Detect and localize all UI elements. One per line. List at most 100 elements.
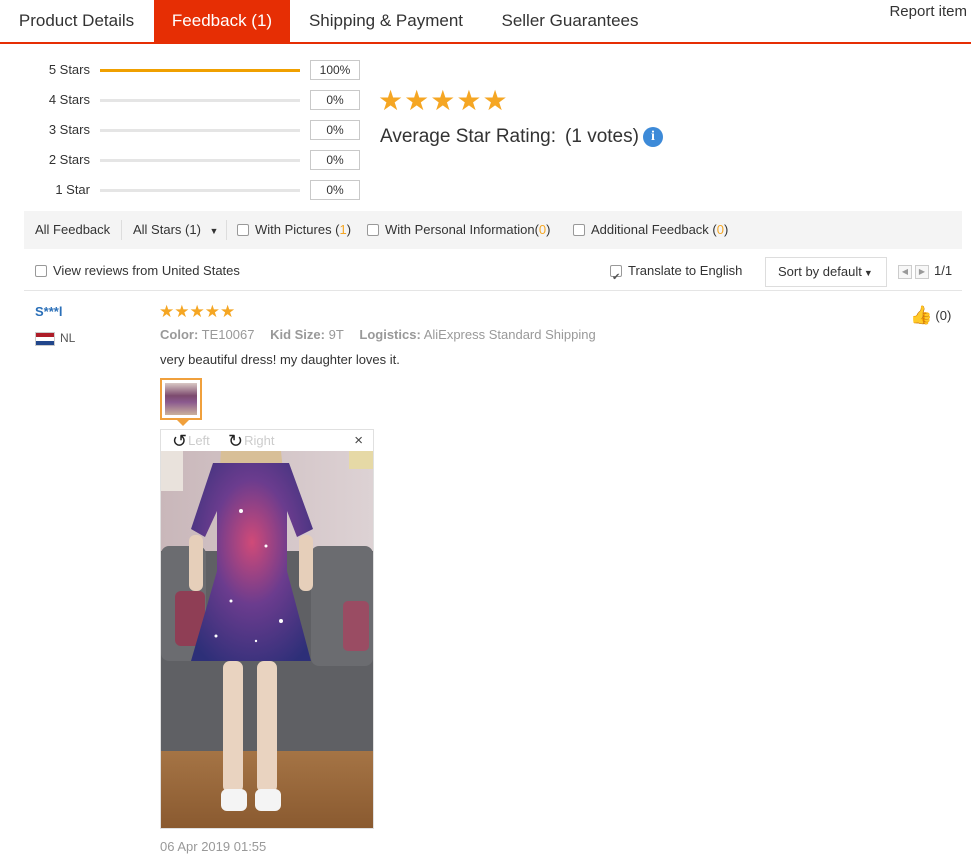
star-icon: ★ (204, 302, 220, 321)
sort-dropdown[interactable]: Sort by default ▼ (765, 257, 887, 287)
all-stars-dropdown[interactable]: All Stars (1) ▼ (133, 211, 218, 249)
viewer-toolbar: ↺ Left ↻ Right × (161, 430, 373, 451)
photo-viewer: ↺ Left ↻ Right × (160, 429, 374, 829)
rotate-right-button[interactable]: ↻ Right (228, 430, 274, 451)
star-icon: ★ (456, 85, 482, 116)
rating-percent: 0% (310, 180, 360, 200)
rating-row-label: 4 Stars (48, 92, 90, 107)
thumbnail-caret (177, 420, 189, 426)
additional-feedback-filter[interactable]: Additional Feedback (0) (573, 211, 728, 249)
review-stars: ★ ★ ★ ★ ★ (159, 302, 235, 322)
view-us-option[interactable]: View reviews from United States (35, 255, 240, 287)
thumbnail-image (165, 383, 197, 415)
rating-row-5: 5 Stars 100% (0, 60, 370, 80)
with-personal-info-filter[interactable]: With Personal Information(0) (367, 211, 550, 249)
translate-option[interactable]: Translate to English (610, 255, 742, 294)
rating-bar (100, 99, 300, 102)
star-icon: ★ (378, 85, 404, 116)
star-icon: ★ (189, 302, 205, 321)
size-value: 9T (328, 327, 344, 342)
tab-feedback[interactable]: Feedback (1) (154, 0, 290, 42)
rating-bar (100, 129, 300, 132)
close-icon[interactable]: × (354, 431, 363, 451)
report-item-link[interactable]: Report item (889, 3, 967, 20)
rating-bar-fill (100, 69, 300, 72)
divider (121, 220, 122, 240)
feedback-tabs: Product Details Feedback (1) Shipping & … (0, 0, 971, 44)
divider (226, 220, 227, 240)
next-page-icon[interactable]: ▶ (915, 265, 929, 279)
star-icon: ★ (482, 85, 508, 116)
flag-nl-icon (35, 332, 55, 346)
feedback-options-bar: View reviews from United States Translat… (24, 255, 962, 294)
paren-close: ) (346, 222, 352, 237)
paren-close: ) (723, 222, 729, 237)
rating-row-label: 2 Stars (48, 152, 90, 167)
average-rating: Average Star Rating: (1 votes) i (380, 126, 663, 148)
rating-row-4: 4 Stars 0% (0, 90, 370, 110)
with-personal-info-label: With Personal Information( (385, 222, 539, 237)
rotate-left-button[interactable]: ↺ Left (172, 430, 210, 451)
star-icon: ★ (220, 302, 236, 321)
additional-feedback-label: Additional Feedback ( (591, 222, 717, 237)
view-us-label: View reviews from United States (53, 263, 240, 278)
review-photo (161, 451, 373, 828)
logistics-label: Logistics: (359, 327, 421, 342)
review-photo-thumbnail[interactable] (160, 378, 202, 420)
feedback-filter-bar: All Feedback All Stars (1) ▼ With Pictur… (24, 211, 962, 249)
size-label: Kid Size: (270, 327, 325, 342)
rating-bar (100, 159, 300, 162)
with-pictures-checkbox[interactable] (237, 223, 249, 236)
info-icon[interactable]: i (642, 127, 663, 147)
with-personal-info-checkbox[interactable] (367, 223, 379, 236)
thumbs-up-icon: 👍 (910, 305, 933, 325)
paren-close: ) (546, 222, 551, 237)
review-photo-image (161, 451, 373, 828)
rotate-left-label: Left (188, 433, 210, 448)
review-meta: Color: TE10067 Kid Size: 9T Logistics: A… (160, 327, 596, 342)
chevron-down-icon: ▼ (209, 226, 219, 236)
translate-checkbox[interactable] (610, 262, 622, 294)
color-value: TE10067 (201, 327, 255, 342)
rating-row-label: 5 Stars (48, 62, 90, 77)
reviewer-country: NL (60, 331, 76, 345)
review-text: very beautiful dress! my daughter loves … (160, 352, 400, 367)
rating-percent: 0% (310, 150, 360, 170)
with-pictures-label: With Pictures ( (255, 222, 340, 237)
color-label: Color: (160, 327, 199, 342)
like-count: (0) (935, 308, 952, 323)
view-us-checkbox[interactable] (35, 264, 47, 277)
review-date: 06 Apr 2019 01:55 (160, 839, 267, 854)
with-pictures-count: 1 (339, 222, 347, 237)
page-indicator: 1/1 (934, 263, 953, 278)
tab-shipping-payment[interactable]: Shipping & Payment (290, 0, 482, 42)
like-button[interactable]: 👍 (0) (910, 305, 951, 326)
rating-percent: 0% (310, 120, 360, 140)
prev-page-icon[interactable]: ◀ (898, 265, 912, 279)
reviewer-name[interactable]: S***l (35, 304, 62, 319)
rating-row-label: 3 Stars (48, 122, 90, 137)
additional-feedback-checkbox[interactable] (573, 223, 585, 236)
star-icon: ★ (404, 85, 430, 116)
average-stars: ★ ★ ★ ★ ★ (378, 86, 508, 116)
rating-row-3: 3 Stars 0% (0, 120, 370, 140)
rating-percent: 100% (310, 60, 360, 80)
logistics-value: AliExpress Standard Shipping (423, 327, 596, 342)
rating-row-1: 1 Star 0% (0, 180, 370, 200)
chevron-down-icon: ▼ (863, 268, 873, 278)
additional-feedback-count: 0 (716, 222, 724, 237)
sort-label: Sort by default (778, 264, 862, 279)
star-icon: ★ (159, 302, 175, 321)
with-pictures-filter[interactable]: With Pictures (1) (237, 211, 351, 249)
tab-seller-guarantees[interactable]: Seller Guarantees (482, 0, 658, 42)
star-icon: ★ (174, 302, 190, 321)
rotate-left-icon: ↺ (172, 430, 188, 451)
tab-product-details[interactable]: Product Details (0, 0, 153, 42)
rating-bar (100, 189, 300, 192)
vote-count: (1 votes) (565, 126, 639, 147)
rating-row-label: 1 Star (55, 182, 90, 197)
rating-percent: 0% (310, 90, 360, 110)
rating-bar (100, 69, 300, 72)
all-feedback-filter[interactable]: All Feedback (35, 211, 110, 249)
star-icon: ★ (430, 85, 456, 116)
